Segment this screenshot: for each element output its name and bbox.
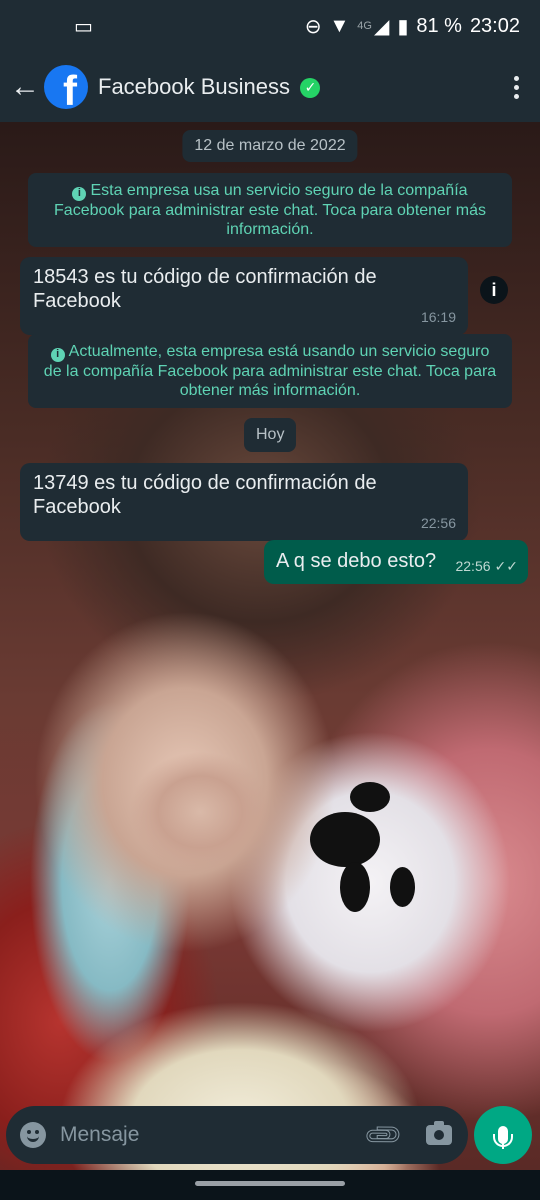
message-composer: 📎︎ <box>6 1106 468 1164</box>
network-type: 4G <box>357 20 372 32</box>
message-text: 18543 es tu código de confirmación de Fa… <box>33 266 377 312</box>
status-bar: ▭ ⊖ ▼ 4G ◢ ▮ 81 % 23:02 <box>0 0 540 52</box>
message-incoming[interactable]: 18543 es tu código de confirmación de Fa… <box>20 257 468 335</box>
message-outgoing[interactable]: A q se debo esto? 22:56 ✓✓ <box>264 540 528 584</box>
date-divider: 12 de marzo de 2022 <box>182 130 358 162</box>
info-icon: i <box>72 186 87 201</box>
battery-level: 81 % <box>416 14 462 37</box>
message-incoming[interactable]: 13749 es tu código de confirmación de Fa… <box>20 463 468 541</box>
avatar[interactable]: f <box>44 65 88 109</box>
message-time: 22:56 <box>420 515 456 531</box>
wifi-icon: ▼ <box>329 14 350 37</box>
message-time: 16:19 <box>420 309 456 325</box>
message-text: 13749 es tu código de confirmación de Fa… <box>33 472 377 518</box>
signal-icon: ◢ <box>373 15 390 38</box>
message-meta: 22:56 ✓✓ <box>455 558 518 575</box>
message-time: 22:56 <box>455 558 491 574</box>
contact-name: Facebook Business <box>98 74 290 99</box>
camera-icon[interactable] <box>426 1121 452 1145</box>
card-icon: ▭ <box>74 15 93 38</box>
system-message[interactable]: i Esta empresa usa un servicio seguro de … <box>28 173 512 247</box>
microphone-icon <box>493 1126 513 1147</box>
verified-check-icon: ✓ <box>300 77 321 98</box>
system-message[interactable]: i Actualmente, esta empresa está usando u… <box>28 334 512 408</box>
chat-header: ← f Facebook Business ✓ <box>0 52 540 122</box>
home-gesture-bar[interactable] <box>195 1181 345 1186</box>
paperclip-icon[interactable]: 📎︎ <box>361 1112 406 1157</box>
microphone-button[interactable] <box>474 1106 532 1164</box>
navigation-bar <box>0 1170 540 1200</box>
contact-title[interactable]: Facebook Business ✓ <box>98 74 321 100</box>
more-vertical-icon[interactable] <box>502 75 530 99</box>
dnd-icon: ⊖ <box>304 15 322 38</box>
info-icon[interactable]: i <box>480 276 508 304</box>
double-check-icon: ✓✓ <box>494 558 518 574</box>
clock: 23:02 <box>469 14 520 37</box>
arrow-left-icon[interactable]: ← <box>10 70 40 104</box>
battery-icon: ▮ <box>397 15 409 38</box>
message-text: A q se debo esto? <box>276 550 437 572</box>
info-icon: i <box>50 347 65 362</box>
message-input[interactable] <box>60 1123 367 1147</box>
today-divider: Hoy <box>244 418 297 452</box>
emoji-icon[interactable] <box>20 1122 46 1148</box>
